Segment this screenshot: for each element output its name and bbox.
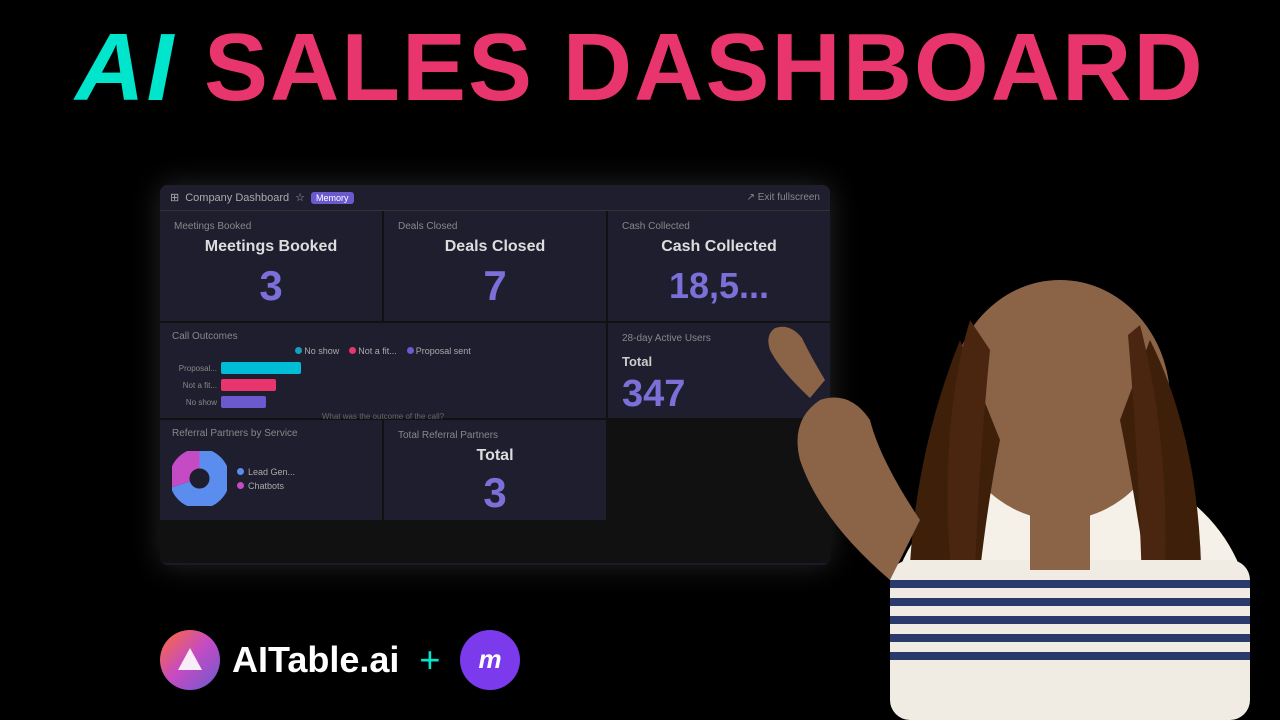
bar-label-not-fit: Not a fit... [172, 381, 217, 390]
aitable-icon [160, 630, 220, 690]
meetings-booked-value: 3 [174, 260, 368, 311]
call-outcomes-chart: Proposal... Not a fit... No show [172, 362, 594, 408]
total-referral-widget: Total Referral Partners Total 3 [384, 420, 606, 520]
deals-closed-value: 7 [398, 260, 592, 311]
meetings-booked-title: Meetings Booked [174, 221, 368, 232]
pie-label-leadgen: Lead Gen... [248, 467, 295, 477]
call-outcomes-widget: Call Outcomes No show Not a fit... Propo… [160, 323, 606, 418]
pie-legend-leadgen: Lead Gen... [237, 467, 295, 477]
bar-no-show [221, 396, 266, 408]
bar-label-proposal: Proposal... [172, 364, 217, 373]
pie-chart [172, 451, 227, 506]
chart-legend: No show Not a fit... Proposal sent [172, 346, 594, 356]
makecom-logo: m [460, 630, 520, 690]
dashboard-badge: Memory [311, 192, 354, 204]
total-referral-value: 3 [398, 469, 592, 517]
person-area [720, 140, 1280, 720]
pie-legend: Lead Gen... Chatbots [237, 467, 295, 491]
legend-not-a-fit: Not a fit... [349, 346, 397, 356]
pie-legend-chatbots: Chatbots [237, 481, 295, 491]
pie-dot-chatbots [237, 482, 244, 489]
pie-dot-leadgen [237, 468, 244, 475]
dashboard-star-icon: ☆ [295, 191, 305, 204]
call-outcomes-title: Call Outcomes [172, 331, 594, 342]
makecom-icon-svg: m [472, 642, 508, 678]
svg-text:m: m [479, 644, 502, 674]
deals-closed-title: Deals Closed [398, 221, 592, 232]
sales-label: SALES DASHBOARD [175, 14, 1204, 121]
dashboard-title: Company Dashboard [185, 192, 289, 204]
dashboard-header-left: ⊞ Company Dashboard ☆ Memory [170, 191, 354, 204]
bar-proposal [221, 362, 301, 374]
bar-label-no-show: No show [172, 398, 217, 407]
pie-label-chatbots: Chatbots [248, 481, 284, 491]
bar-row-not-fit: Not a fit... [172, 379, 594, 391]
plus-sign: + [419, 639, 440, 681]
legend-proposal-sent: Proposal sent [407, 346, 471, 356]
pie-area: Lead Gen... Chatbots [172, 445, 370, 512]
aitable-icon-svg [174, 644, 206, 676]
bar-row-no-show: No show [172, 396, 594, 408]
referral-partners-title: Referral Partners by Service [172, 428, 370, 439]
referral-partners-widget: Referral Partners by Service Lead Gen... [160, 420, 382, 520]
bar-not-fit [221, 379, 276, 391]
aitable-logo: AITable.ai [160, 630, 399, 690]
hero-title-container: AI SALES DASHBOARD [0, 20, 1280, 116]
deals-closed-label: Deals Closed [398, 238, 592, 256]
total-referral-label: Total [398, 447, 592, 465]
aitable-text: AITable.ai [232, 639, 399, 681]
meetings-booked-label: Meetings Booked [174, 238, 368, 256]
meetings-booked-widget: Meetings Booked Meetings Booked 3 [160, 211, 382, 321]
total-referral-title: Total Referral Partners [398, 430, 592, 441]
dashboard-icon: ⊞ [170, 191, 179, 204]
deals-closed-widget: Deals Closed Deals Closed 7 [384, 211, 606, 321]
legend-no-show: No show [295, 346, 339, 356]
logos-area: AITable.ai + m [160, 630, 520, 690]
bar-row-proposal: Proposal... [172, 362, 594, 374]
ai-label: AI [75, 14, 175, 121]
